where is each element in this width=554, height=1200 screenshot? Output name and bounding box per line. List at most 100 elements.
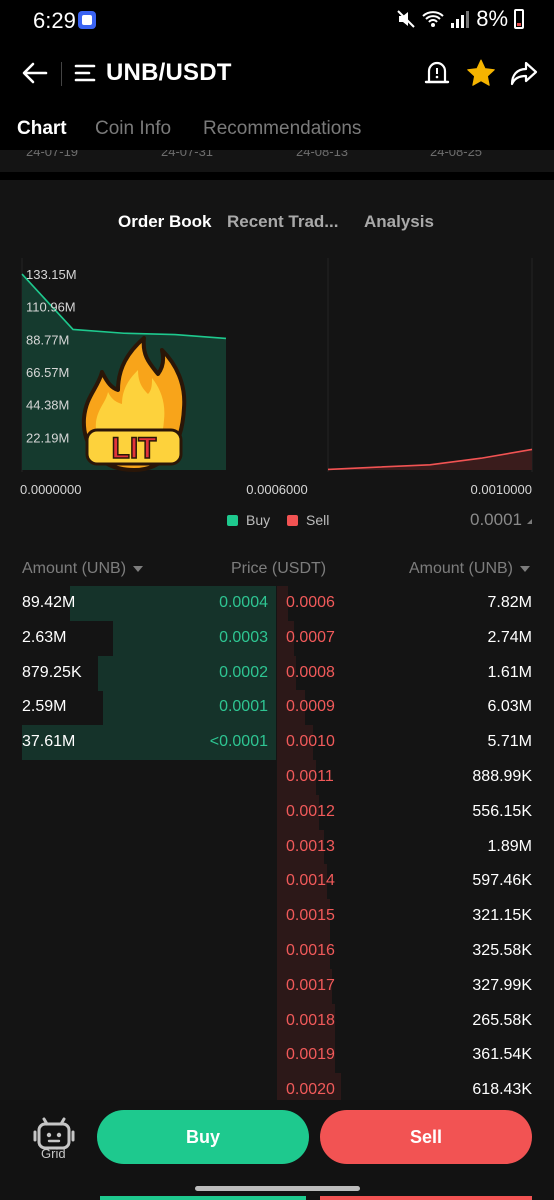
ask-price: 0.0020 xyxy=(286,1081,335,1099)
bottom-action-bar: Grid Buy Sell xyxy=(0,1100,554,1200)
bid-amount: 2.59M xyxy=(22,698,67,716)
y-tick-label: 88.77M xyxy=(26,332,69,347)
header-divider xyxy=(61,62,62,86)
ask-amount: 361.54K xyxy=(472,1046,532,1064)
back-arrow-icon[interactable] xyxy=(20,58,50,88)
date-label: 24-08-25 xyxy=(430,150,483,159)
bid-amount: 89.42M xyxy=(22,594,76,611)
bid-price: 0.0001 xyxy=(219,698,268,716)
ask-price: 0.0012 xyxy=(286,802,335,820)
lit-fire-sticker: LIT xyxy=(81,336,187,472)
ask-amount: 1.61M xyxy=(487,663,532,681)
order-book-row[interactable]: 37.61M <0.0001 0.0010 5.71M xyxy=(0,725,554,761)
caret-down-icon xyxy=(520,565,530,572)
subtab-order-book[interactable]: Order Book xyxy=(118,212,212,232)
ask-price: 0.0018 xyxy=(286,1011,335,1029)
price-alert-icon[interactable] xyxy=(424,59,450,87)
order-book-row[interactable]: 0.0013 1.89M xyxy=(0,829,554,865)
legend-sell: Sell xyxy=(287,512,329,528)
order-book-row[interactable]: 0.0012 556.15K xyxy=(0,794,554,830)
x-tick-label: 0.0006000 xyxy=(246,482,307,497)
status-indicators: 8% xyxy=(396,6,524,32)
date-label: 24-08-13 xyxy=(296,150,349,159)
sell-button-shadow xyxy=(320,1196,532,1200)
bid-price: 0.0004 xyxy=(219,594,268,611)
y-tick-label: 22.19M xyxy=(26,430,69,445)
ask-amount-header[interactable]: Amount (UNB) xyxy=(409,560,530,578)
pair-list-icon[interactable] xyxy=(74,62,96,84)
order-book-row[interactable]: 0.0014 597.46K xyxy=(0,864,554,900)
buy-button-shadow xyxy=(100,1196,306,1200)
share-icon[interactable] xyxy=(510,59,538,87)
ask-amount-header-label: Amount (UNB) xyxy=(408,560,513,577)
ask-amount: 6.03M xyxy=(487,698,532,716)
order-book-row[interactable]: 0.0018 265.58K xyxy=(0,1003,554,1039)
ask-amount: 2.74M xyxy=(487,628,532,646)
ask-price: 0.0013 xyxy=(286,837,335,855)
tab-chart[interactable]: Chart xyxy=(17,118,67,140)
trading-pair-title[interactable]: UNB/USDT xyxy=(106,59,232,87)
app-header: UNB/USDT xyxy=(0,40,554,106)
y-tick-label: 66.57M xyxy=(26,365,69,380)
ask-amount: 325.58K xyxy=(472,942,532,959)
y-tick-label: 133.15M xyxy=(26,267,77,282)
ask-amount: 5.71M xyxy=(487,733,532,751)
bid-amount: 2.63M xyxy=(22,628,67,646)
subtab-analysis[interactable]: Analysis xyxy=(364,212,434,232)
section-gap xyxy=(0,172,554,180)
battery-level: 8% xyxy=(476,6,508,31)
ask-amount: 888.99K xyxy=(472,768,532,785)
order-book-row[interactable]: 879.25K 0.0002 0.0008 1.61M xyxy=(0,655,554,691)
caret-down-icon xyxy=(133,565,144,572)
legend-buy: Buy xyxy=(227,512,270,528)
ask-price: 0.0006 xyxy=(286,594,335,611)
bid-amount: 879.25K xyxy=(22,663,82,681)
order-book-row[interactable]: 0.0015 321.15K xyxy=(0,899,554,935)
status-time: 6:29 xyxy=(33,8,76,33)
ask-amount: 7.82M xyxy=(487,594,532,611)
buy-button[interactable]: Buy xyxy=(97,1110,309,1164)
x-tick-label: 0.0010000 xyxy=(471,482,532,497)
tab-coin-info[interactable]: Coin Info xyxy=(95,118,171,140)
signal-icon xyxy=(451,11,470,28)
precision-caret-icon xyxy=(527,519,532,524)
ask-amount: 265.58K xyxy=(472,1011,532,1029)
bid-price: 0.0003 xyxy=(219,628,268,646)
order-book-row[interactable]: 0.0011 888.99K xyxy=(0,760,554,795)
sell-depth-area xyxy=(328,449,532,470)
sell-swatch xyxy=(287,514,298,526)
order-book-row[interactable]: 89.42M 0.0004 0.0006 7.82M xyxy=(0,586,554,621)
grid-label: Grid xyxy=(41,1146,66,1161)
ask-price: 0.0016 xyxy=(286,942,335,959)
order-book-row[interactable]: 0.0020 618.43K xyxy=(0,1073,554,1100)
tab-recommendations[interactable]: Recommendations xyxy=(203,118,361,140)
home-indicator[interactable] xyxy=(195,1186,360,1191)
price-header: Price (USDT) xyxy=(231,560,327,577)
ask-price: 0.0019 xyxy=(286,1046,335,1064)
order-book-row[interactable]: 2.63M 0.0003 0.0007 2.74M xyxy=(0,620,554,656)
bid-price: <0.0001 xyxy=(209,733,268,751)
legend-buy-label: Buy xyxy=(246,512,271,528)
precision-selector[interactable]: 0.0001 xyxy=(470,510,522,530)
sticker-text: LIT xyxy=(112,432,157,465)
ask-price: 0.0015 xyxy=(286,907,335,925)
subtab-recent-trades[interactable]: Recent Trad... xyxy=(227,212,338,232)
battery-icon xyxy=(514,9,524,29)
order-book-row[interactable]: 0.0017 327.99K xyxy=(0,968,554,1004)
wifi-icon xyxy=(422,11,444,27)
bid-amount-header[interactable]: Amount (UNB) xyxy=(22,560,144,578)
mute-icon xyxy=(397,10,415,28)
date-label: 24-07-31 xyxy=(161,150,214,159)
ask-price: 0.0014 xyxy=(286,872,335,890)
bid-amount: 37.61M xyxy=(22,733,76,751)
order-book-row[interactable]: 2.59M 0.0001 0.0009 6.03M xyxy=(0,690,554,726)
order-book-row[interactable]: 0.0019 361.54K xyxy=(0,1038,554,1074)
ask-amount: 1.89M xyxy=(487,837,532,855)
status-bar: 6:29 8% xyxy=(0,0,554,40)
ask-amount: 597.46K xyxy=(472,872,532,890)
order-book-row[interactable]: 0.0016 325.58K xyxy=(0,934,554,969)
sell-button[interactable]: Sell xyxy=(320,1110,532,1164)
bid-price: 0.0002 xyxy=(219,663,268,681)
favorite-star-icon[interactable] xyxy=(466,58,496,88)
main-tabs: Chart Coin Info Recommendations xyxy=(0,106,554,153)
